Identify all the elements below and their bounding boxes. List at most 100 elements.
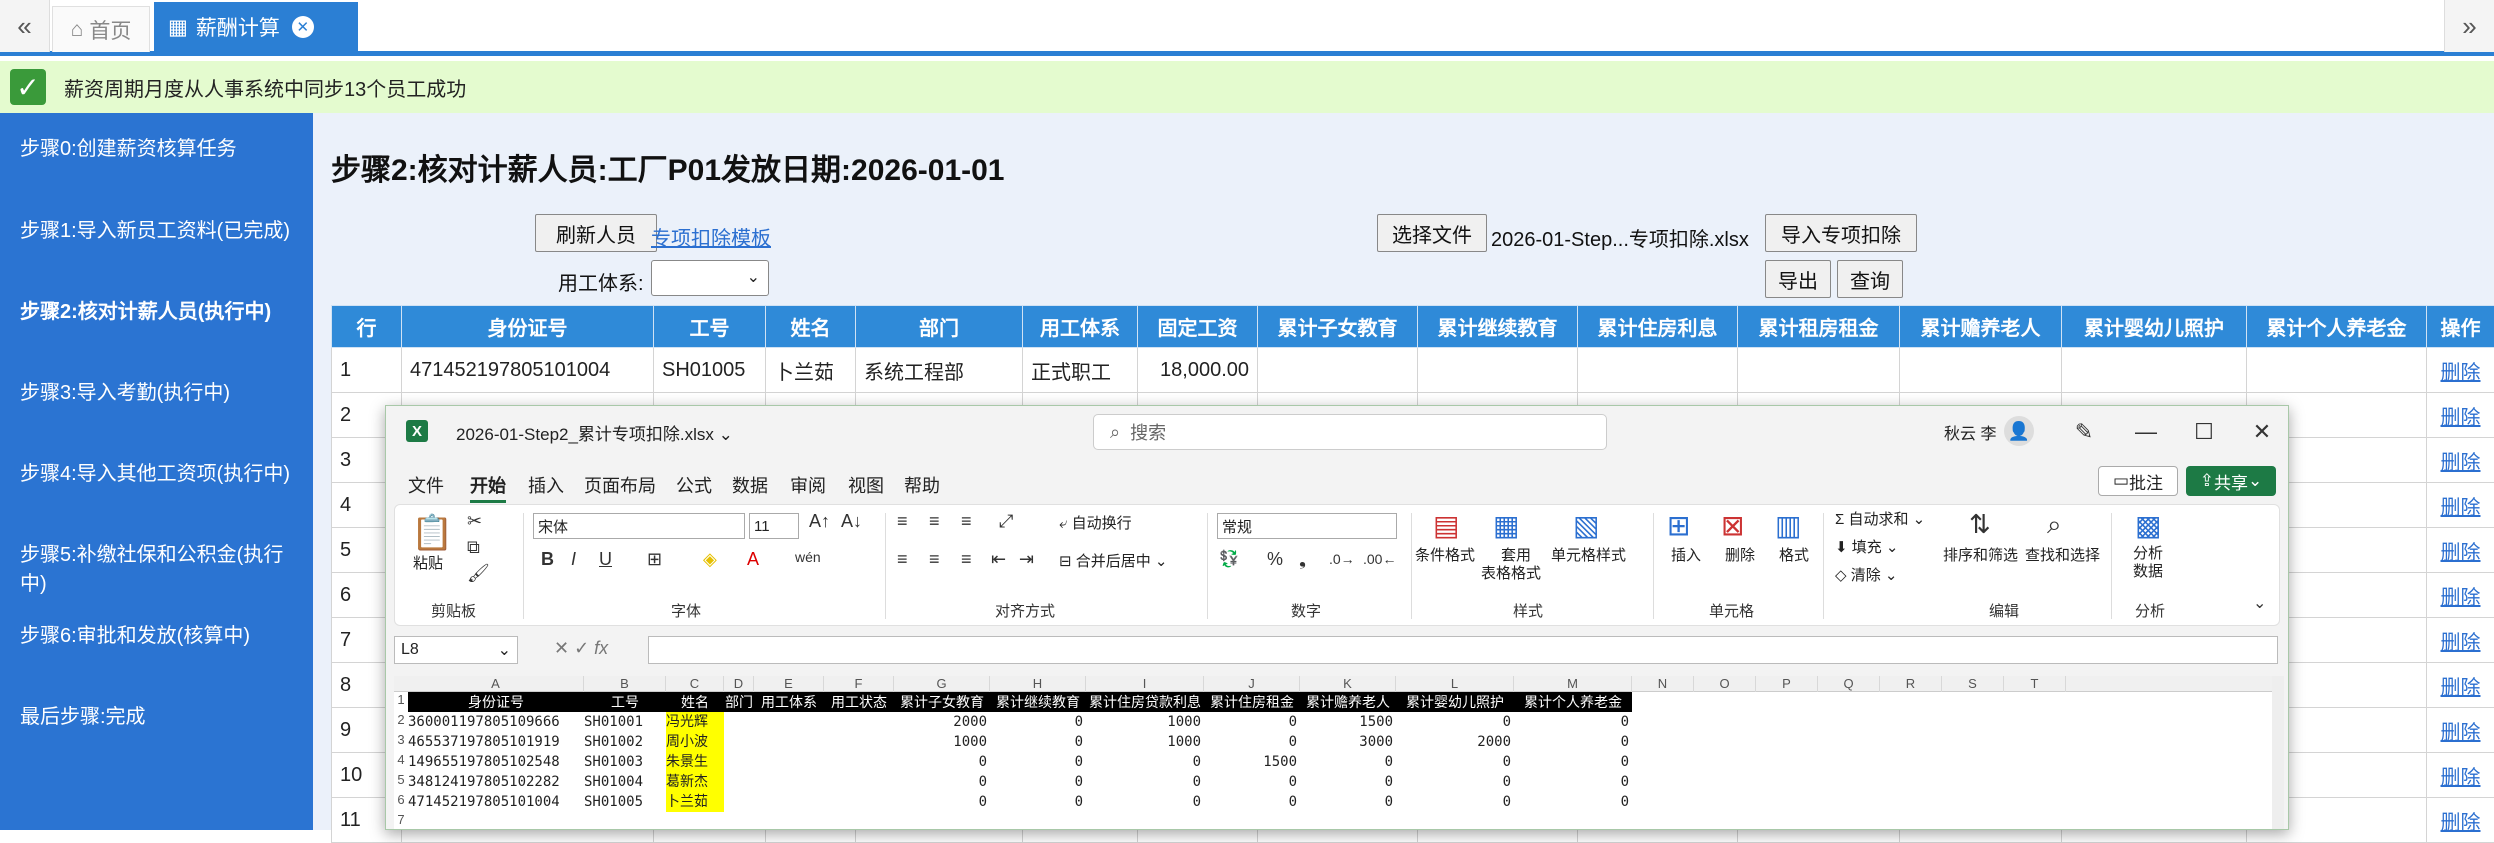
sheet-cell-value[interactable]: 0 (1204, 772, 1300, 792)
scroll-right-button[interactable]: » (2444, 0, 2494, 52)
delete-cells-label[interactable]: 删除 (1725, 547, 1755, 565)
sheet-cell-value[interactable]: 0 (1514, 732, 1632, 752)
spreadsheet-grid[interactable]: ABCDEFGHIJKLMNOPQRST 1234567身份证号工号姓名部门用工… (394, 676, 2274, 830)
excel-filename[interactable]: 2026-01-Step2_累计专项扣除.xlsx ⌄ (456, 420, 733, 445)
sheet-cell-name[interactable]: 冯光辉 (666, 712, 724, 732)
column-header[interactable]: 用工体系 (1023, 306, 1138, 348)
column-header-letter[interactable]: B (584, 676, 666, 692)
column-header-letter[interactable]: E (754, 676, 824, 692)
query-button[interactable]: 查询 (1837, 260, 1903, 298)
sheet-cell-emp-no[interactable]: SH01004 (584, 772, 666, 792)
sidebar-step-1[interactable]: 步骤1:导入新员工资料(已完成) (20, 217, 300, 246)
sheet-header-cell[interactable]: 身份证号 (408, 692, 584, 712)
column-header[interactable]: 累计婴幼儿照护 (2062, 306, 2247, 348)
formula-input[interactable] (648, 636, 2278, 664)
column-header-letter[interactable]: K (1300, 676, 1396, 692)
menu-file[interactable]: 文件 (408, 472, 444, 498)
sheet-cell-emp-no[interactable]: SH01002 (584, 732, 666, 752)
align-middle-icon[interactable]: ≡ (929, 511, 940, 532)
row-number[interactable]: 7 (394, 812, 408, 830)
sheet-cell-value[interactable]: 2000 (1396, 732, 1514, 752)
share-button[interactable]: ⇪ 共享 ⌄ (2186, 466, 2276, 496)
row-number[interactable]: 4 (394, 752, 408, 772)
fill-color-icon[interactable]: ◈ (703, 549, 717, 570)
menu-page-layout[interactable]: 页面布局 (584, 472, 656, 498)
choose-file-button[interactable]: 选择文件 (1377, 214, 1487, 252)
work-type-select[interactable]: ⌄ (651, 260, 769, 296)
sheet-cell-value[interactable]: 1500 (1300, 712, 1396, 732)
sidebar-step-final[interactable]: 最后步骤:完成 (20, 703, 300, 732)
insert-cells-icon[interactable]: ⊞ (1667, 509, 1690, 542)
sheet-cell-value[interactable]: 3000 (1300, 732, 1396, 752)
format-cells-icon[interactable]: ▥ (1775, 509, 1801, 542)
sheet-header-cell[interactable]: 累计子女教育 (894, 692, 990, 712)
row-number[interactable]: 5 (394, 772, 408, 792)
percent-icon[interactable]: % (1267, 549, 1283, 570)
grow-font-icon[interactable]: A↑ (809, 511, 830, 532)
sidebar-step-4[interactable]: 步骤4:导入其他工资项(执行中) (20, 460, 300, 489)
sidebar-step-3[interactable]: 步骤3:导入考勤(执行中) (20, 379, 300, 408)
sheet-header-cell[interactable]: 累计个人养老金 (1514, 692, 1632, 712)
tab-home[interactable]: ⌂ 首页 (52, 6, 150, 52)
analyze-data-icon[interactable]: ▩ (2135, 509, 2161, 542)
sheet-cell-value[interactable]: 0 (1514, 712, 1632, 732)
sheet-cell-value[interactable]: 0 (990, 752, 1086, 772)
column-header-letter[interactable]: R (1880, 676, 1942, 692)
sheet-cell-value[interactable]: 0 (1396, 772, 1514, 792)
decrease-decimal-icon[interactable]: .00← (1363, 551, 1396, 567)
sheet-cell-value[interactable]: 0 (1086, 752, 1204, 772)
insert-cells-label[interactable]: 插入 (1671, 547, 1701, 565)
find-select-label[interactable]: 查找和选择 (2025, 547, 2100, 565)
sheet-header-cell[interactable]: 累计继续教育 (990, 692, 1086, 712)
column-header[interactable]: 累计住房利息 (1578, 306, 1738, 348)
sheet-cell-value[interactable]: 0 (1204, 792, 1300, 812)
export-button[interactable]: 导出 (1765, 260, 1831, 298)
delete-link[interactable]: 删除 (2441, 362, 2481, 384)
sheet-header-cell[interactable]: 累计住房租金 (1204, 692, 1300, 712)
column-header-letter[interactable]: H (990, 676, 1086, 692)
italic-icon[interactable]: I (571, 549, 576, 570)
paste-icon[interactable]: 📋 (411, 513, 453, 553)
sheet-cell-value[interactable]: 0 (894, 792, 990, 812)
delete-link[interactable]: 删除 (2441, 632, 2481, 654)
sheet-cell-value[interactable]: 1000 (1086, 732, 1204, 752)
refresh-staff-button[interactable]: 刷新人员 (535, 214, 657, 252)
column-header[interactable]: 累计租房租金 (1738, 306, 1900, 348)
collapse-ribbon-icon[interactable]: ⌄ (2253, 593, 2266, 613)
sheet-cell-value[interactable]: 0 (1204, 712, 1300, 732)
sheet-cell-name[interactable]: 朱景生 (666, 752, 724, 772)
sheet-header-cell[interactable]: 用工体系 (754, 692, 824, 712)
clear-button[interactable]: ◇ 清除 ⌄ (1835, 567, 1897, 585)
format-painter-icon[interactable]: 🖌 (467, 563, 490, 584)
sheet-cell-value[interactable]: 0 (1514, 792, 1632, 812)
sheet-cell-value[interactable]: 0 (1300, 772, 1396, 792)
sheet-cell-id[interactable]: 471452197805101004 (408, 792, 584, 812)
sheet-cell-value[interactable]: 0 (1300, 792, 1396, 812)
row-number[interactable]: 1 (394, 692, 408, 712)
menu-insert[interactable]: 插入 (528, 472, 564, 498)
increase-indent-icon[interactable]: ⇥ (1019, 549, 1034, 570)
sheet-cell-value[interactable]: 0 (1514, 772, 1632, 792)
sheet-cell-value[interactable]: 1000 (894, 732, 990, 752)
font-name-select[interactable]: 宋体 (533, 513, 745, 539)
delete-link[interactable]: 删除 (2441, 767, 2481, 789)
delete-link[interactable]: 删除 (2441, 677, 2481, 699)
sheet-cell-name[interactable]: 卜兰茹 (666, 792, 724, 812)
delete-link[interactable]: 删除 (2441, 407, 2481, 429)
sheet-header-cell[interactable]: 累计婴幼儿照护 (1396, 692, 1514, 712)
delete-link[interactable]: 删除 (2441, 587, 2481, 609)
column-header-letter[interactable]: Q (1818, 676, 1880, 692)
phonetic-icon[interactable]: wén (795, 549, 821, 565)
sheet-cell-value[interactable]: 2000 (894, 712, 990, 732)
column-header[interactable]: 累计子女教育 (1258, 306, 1418, 348)
sheet-cell-emp-no[interactable]: SH01003 (584, 752, 666, 772)
pen-icon[interactable]: ✎ (2066, 414, 2102, 450)
sheet-header-cell[interactable]: 累计住房贷款利息 (1086, 692, 1204, 712)
number-format-select[interactable]: 常规 (1217, 513, 1397, 539)
column-header-letter[interactable]: G (894, 676, 990, 692)
row-number[interactable]: 2 (394, 712, 408, 732)
sheet-cell-value[interactable]: 0 (1086, 772, 1204, 792)
wrap-text-button[interactable]: ⤶ 自动换行 (1059, 515, 1132, 533)
sheet-cell-name[interactable]: 周小波 (666, 732, 724, 752)
font-size-select[interactable]: 11 (749, 513, 799, 539)
